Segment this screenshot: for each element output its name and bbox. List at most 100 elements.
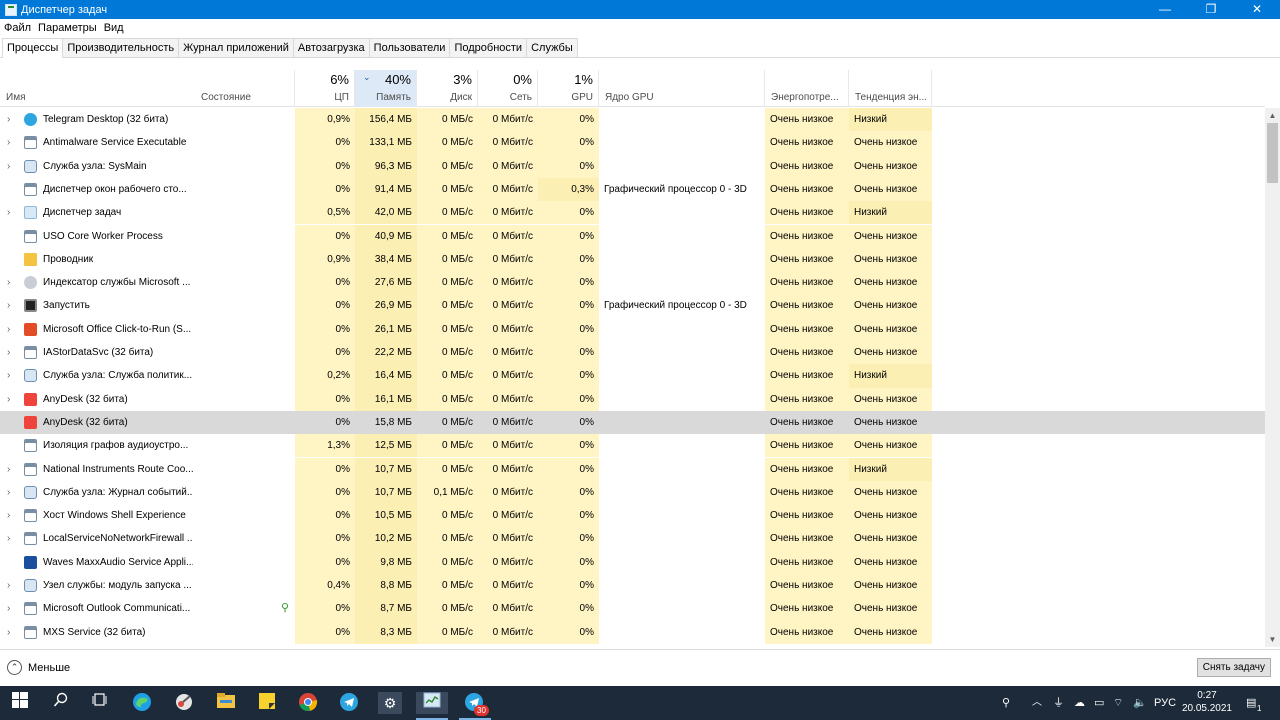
process-row[interactable]: › Хост Windows Shell Experience 0% 10,5 МБ 0… [0,504,1265,528]
cell-net: 0 Мбит/с [478,108,538,132]
process-row[interactable]: Диспетчер окон рабочего сто... 0% 91,4 МБ 0… [0,177,1265,202]
expand-chevron-icon[interactable]: › [7,527,10,550]
tab-processes[interactable]: Процессы [2,38,64,58]
column-memory[interactable]: ⌄ 40% Память [355,70,417,107]
cell-disk: 0 МБ/с [417,224,478,248]
clock[interactable]: 0:27 20.05.2021 [1182,689,1232,715]
expand-chevron-icon[interactable]: › [7,318,10,341]
column-gpu-engine[interactable]: Ядро GPU [599,70,765,107]
maximize-button[interactable]: ❐ [1188,0,1234,19]
column-power[interactable]: Энергопотре... [765,70,849,107]
process-row[interactable]: › Диспетчер задач 0,5% 42,0 МБ 0 МБ/с 0 Мбит/… [0,201,1265,225]
cell-mem: 40,9 МБ [355,224,417,248]
process-row[interactable]: › Служба узла: Служба политик... 0,2% 16,4 … [0,364,1265,388]
menu-options[interactable]: Параметры [38,22,97,34]
process-row[interactable]: › Microsoft Outlook Communicati... ⚲ 0% 8,7 … [0,597,1265,621]
process-row[interactable]: › Служба узла: SysMain 0% 96,3 МБ 0 МБ/с 0 Мб… [0,154,1265,178]
search-icon[interactable] [50,692,72,714]
process-row[interactable]: Изоляция графов аудиоустро... 1,3% 12,5 МБ… [0,434,1265,458]
expand-chevron-icon[interactable]: › [7,131,10,154]
process-row[interactable]: USO Core Worker Process 0% 40,9 МБ 0 МБ/с 0 … [0,224,1265,248]
cell-net: 0 Мбит/с [478,480,538,505]
expand-chevron-icon[interactable]: › [7,201,10,224]
tab-startup[interactable]: Автозагрузка [292,38,370,57]
tab-performance[interactable]: Производительность [62,38,180,57]
column-power-trend[interactable]: Тенденция эн... [849,70,932,107]
column-network[interactable]: 0% Сеть [478,70,538,107]
column-status[interactable]: Состояние [195,70,295,107]
cell-trend: Очень низкое [849,387,932,411]
sticky-notes-icon[interactable] [256,692,278,714]
scroll-up-icon[interactable]: ▲ [1265,108,1280,123]
scroll-down-icon[interactable]: ▼ [1265,632,1280,647]
cell-trend: Очень низкое [849,154,932,178]
tab-app-history[interactable]: Журнал приложений [178,38,294,57]
expand-chevron-icon[interactable]: › [7,155,10,178]
expand-chevron-icon[interactable]: › [7,458,10,481]
scroll-thumb[interactable] [1267,123,1278,183]
process-row[interactable]: AnyDesk (32 бита) 0% 15,8 МБ 0 МБ/с 0 Мбит/с… [0,410,1265,435]
people-icon[interactable]: ⚲ [1002,686,1010,720]
menu-view[interactable]: Вид [104,22,124,34]
minimize-button[interactable]: — [1142,0,1188,19]
file-explorer-icon[interactable] [215,692,237,714]
snipping-icon[interactable] [173,692,195,714]
column-disk[interactable]: 3% Диск [417,70,478,107]
efficiency-leaf-icon: ⚲ [281,602,290,615]
task-manager-icon[interactable] [416,692,448,714]
language-indicator[interactable]: РУС [1154,686,1176,720]
column-gpu[interactable]: 1% GPU [538,70,599,107]
task-view-icon[interactable] [89,692,111,714]
tab-details[interactable]: Подробности [449,38,528,57]
process-row[interactable]: › Microsoft Office Click-to-Run (S... 0% 26… [0,317,1265,341]
process-row[interactable]: › IAStorDataSvc (32 бита) 0% 22,2 МБ 0 МБ/с 0… [0,341,1265,365]
tab-users[interactable]: Пользователи [368,38,451,57]
cell-trend: Очень низкое [849,341,932,365]
cloud-icon[interactable]: ☁ [1074,686,1085,720]
expand-chevron-icon[interactable]: › [7,621,10,644]
windows-start-icon[interactable] [9,692,31,714]
process-row[interactable]: › Запустить 0% 26,9 МБ 0 МБ/с 0 Мбит/с 0% Графи… [0,294,1265,318]
expand-chevron-icon[interactable]: › [7,574,10,597]
expand-chevron-icon[interactable]: › [7,271,10,294]
process-row[interactable]: › Индексатор службы Microsoft ... 0% 27,6 М… [0,271,1265,295]
tab-services[interactable]: Службы [526,38,578,57]
process-row[interactable]: › Служба узла: Журнал событий... 0% 10,7 МБ… [0,480,1265,505]
process-row[interactable]: › Telegram Desktop (32 бита) 0,9% 156,4 МБ 0… [0,108,1265,132]
battery-icon[interactable]: ▭ [1094,686,1104,720]
volume-icon[interactable]: 🔈 [1133,686,1147,720]
process-row[interactable]: › Antimalware Service Executable 0% 133,1 М… [0,131,1265,155]
cell-cpu: 0% [295,131,355,155]
chrome-icon[interactable] [297,692,319,714]
expand-chevron-icon[interactable]: › [7,294,10,317]
edge-icon[interactable] [131,692,153,714]
process-row[interactable]: Проводник 0,9% 38,4 МБ 0 МБ/с 0 Мбит/с 0% Очен… [0,247,1265,272]
process-row[interactable]: Waves MaxxAudio Service Appli... 0% 9,8 МБ… [0,550,1265,574]
telegram-icon[interactable] [338,692,360,714]
power-plug-icon[interactable]: ⏚ [1053,686,1064,720]
close-button[interactable]: ✕ [1234,0,1280,19]
expand-chevron-icon[interactable]: › [7,388,10,411]
process-row[interactable]: › AnyDesk (32 бита) 0% 16,1 МБ 0 МБ/с 0 Мбит/… [0,387,1265,411]
network-icon[interactable]: ⌔ [1113,686,1123,720]
fewer-details-button[interactable]: ⌃ Меньше [7,660,70,675]
action-center-icon[interactable]: ▤ [1246,686,1256,720]
process-row[interactable]: › LocalServiceNoNetworkFirewall ... 0% 10,2… [0,527,1265,551]
expand-chevron-icon[interactable]: › [7,481,10,504]
column-name[interactable]: Имя [0,70,195,107]
settings-icon[interactable]: ⚙ [378,692,402,714]
expand-chevron-icon[interactable]: › [7,341,10,364]
process-row[interactable]: › National Instruments Route Coo... 0% 10,7… [0,457,1265,481]
expand-chevron-icon[interactable]: › [7,364,10,387]
vertical-scrollbar[interactable]: ▲ ▼ [1265,108,1280,647]
process-row[interactable]: › Узел службы: модуль запуска ... 0,4% 8,8 … [0,574,1265,598]
expand-chevron-icon[interactable]: › [7,504,10,527]
cell-net: 0 Мбит/с [478,527,538,551]
process-row[interactable]: › MXS Service (32 бита) 0% 8,3 МБ 0 МБ/с 0 Мб… [0,620,1265,644]
expand-chevron-icon[interactable]: › [7,108,10,131]
end-task-button[interactable]: Снять задачу [1196,658,1271,677]
chevron-up-tray-icon[interactable]: ︿ [1032,686,1042,720]
expand-chevron-icon[interactable]: › [7,597,10,620]
column-cpu[interactable]: 6% ЦП [295,70,355,107]
menu-file[interactable]: Файл [4,22,31,34]
